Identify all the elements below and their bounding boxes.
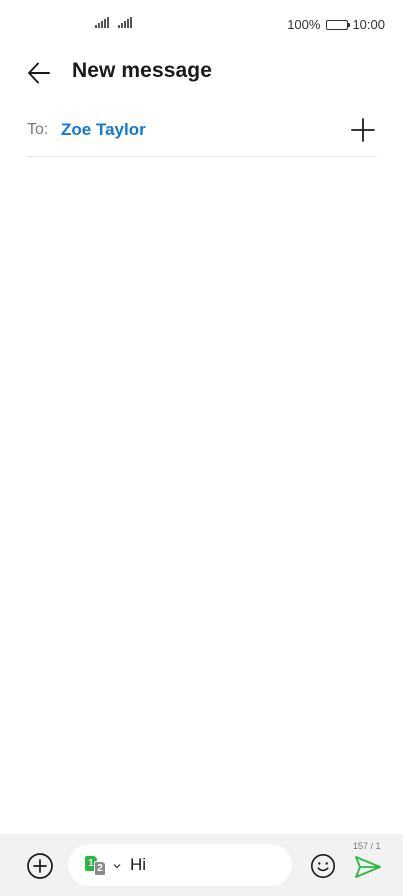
message-box: 1 2 [68, 844, 292, 886]
signal-indicators [95, 16, 132, 28]
status-right: 100% 10:00 [287, 17, 385, 32]
app-header: New message [0, 52, 403, 92]
emoji-button[interactable] [309, 852, 337, 880]
send-button[interactable] [353, 853, 383, 881]
sim-selector[interactable]: 1 2 [84, 856, 124, 876]
message-input[interactable] [130, 854, 280, 876]
battery-icon [326, 19, 351, 30]
signal-bars-icon [118, 16, 132, 28]
recipient-row: To: Zoe Taylor [26, 110, 377, 157]
page-title: New message [72, 59, 213, 82]
smiley-icon [311, 854, 335, 878]
new-message-screen: 100% 10:00 New message To: Zoe Taylor 1 … [0, 0, 403, 896]
add-recipient-button[interactable] [349, 116, 377, 144]
back-button[interactable] [22, 56, 56, 90]
status-time: 10:00 [352, 17, 385, 32]
signal-bars-icon [95, 16, 109, 28]
battery-percentage: 100% [287, 17, 321, 32]
plus-circle-icon [27, 853, 53, 879]
arrow-left-icon [28, 62, 50, 84]
sim-2-icon: 2 [94, 861, 106, 876]
message-composer: 1 2 157 / 1 [0, 834, 403, 896]
plus-icon [351, 118, 375, 142]
character-counter: 157 / 1 [353, 841, 381, 851]
to-label: To: [27, 121, 49, 138]
caret-down-icon [113, 864, 121, 869]
attach-button[interactable] [26, 852, 54, 880]
send-icon [355, 856, 381, 878]
recipient-chip[interactable]: Zoe Taylor [61, 120, 146, 140]
status-bar: 100% 10:00 [0, 0, 403, 48]
